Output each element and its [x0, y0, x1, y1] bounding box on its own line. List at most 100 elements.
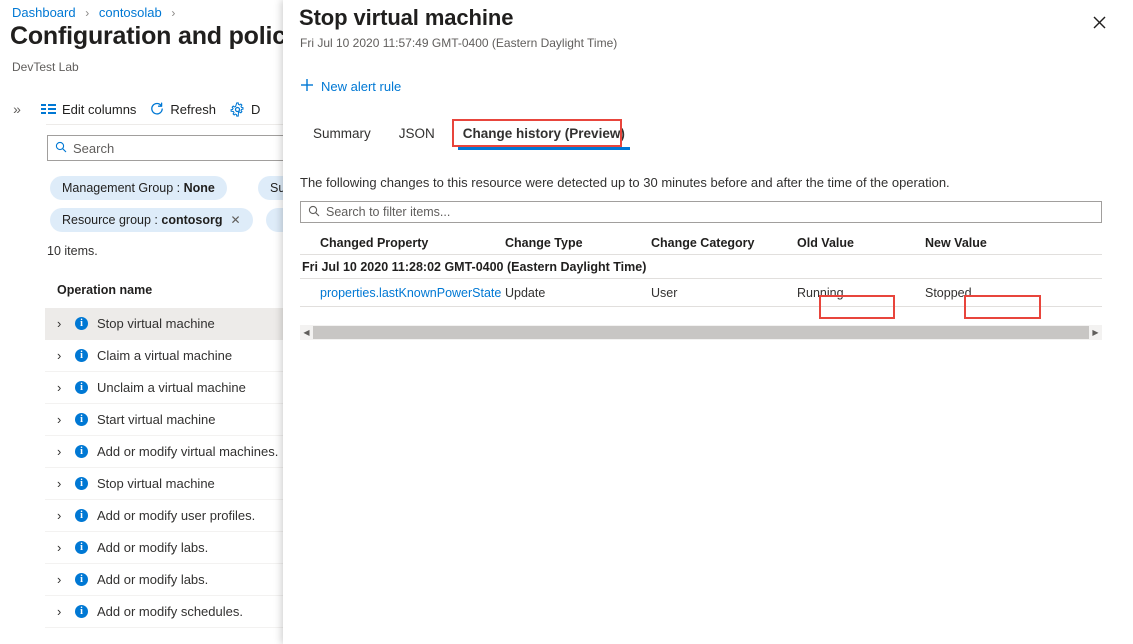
diagnostic-settings-label: D — [250, 101, 261, 117]
table-group-row: Fri Jul 10 2020 11:28:02 GMT-0400 (Easte… — [300, 255, 1102, 279]
operation-list-item[interactable]: › i Claim a virtual machine — [45, 340, 295, 372]
operation-list-item-label: Add or modify user profiles. — [97, 508, 256, 523]
operation-list-item-label: Add or modify schedules. — [97, 604, 243, 619]
scrollbar-thumb[interactable] — [313, 326, 1089, 339]
column-header-old-value[interactable]: Old Value — [797, 236, 925, 250]
chevron-right-icon[interactable]: › — [57, 604, 66, 619]
chevron-right-icon[interactable]: › — [57, 316, 66, 331]
chevron-right-icon[interactable]: › — [57, 380, 66, 395]
info-icon: i — [75, 349, 88, 362]
gear-icon — [230, 101, 245, 117]
panel-timestamp: Fri Jul 10 2020 11:57:49 GMT-0400 (Easte… — [300, 36, 618, 50]
chevron-right-icon[interactable]: › — [57, 540, 66, 555]
scroll-right-icon[interactable]: ▶ — [1089, 328, 1102, 337]
operation-list-item[interactable]: › i Start virtual machine — [45, 404, 295, 436]
operation-list-item-label: Add or modify labs. — [97, 572, 209, 587]
info-icon: i — [75, 317, 88, 330]
toolbar-divider — [46, 124, 286, 125]
diagnostic-settings-button[interactable]: D — [223, 99, 267, 120]
chevron-right-icon[interactable]: › — [57, 508, 66, 523]
breadcrumb-item-dashboard[interactable]: Dashboard — [12, 5, 76, 20]
info-icon: i — [75, 509, 88, 522]
refresh-icon — [150, 102, 164, 116]
operation-list-item-label: Add or modify labs. — [97, 540, 209, 555]
column-header-changed-property[interactable]: Changed Property — [300, 236, 505, 250]
close-icon[interactable] — [1087, 10, 1111, 34]
tab-summary[interactable]: Summary — [299, 124, 385, 150]
column-header-new-value[interactable]: New Value — [925, 236, 1075, 250]
filter-pill-resource-group[interactable]: Resource group : contosorg ✕ — [50, 208, 253, 232]
filter-pill-management-group[interactable]: Management Group : None — [50, 176, 227, 200]
chevron-right-icon[interactable]: › — [57, 572, 66, 587]
refresh-button[interactable]: Refresh — [143, 99, 223, 120]
stop-virtual-machine-panel: Stop virtual machine Fri Jul 10 2020 11:… — [283, 0, 1133, 644]
table-header-row: Changed Property Change Type Change Cate… — [300, 231, 1102, 255]
columns-icon — [41, 103, 56, 115]
breadcrumb-item-contosolab[interactable]: contosolab — [99, 5, 162, 20]
operation-list-item-label: Stop virtual machine — [97, 316, 215, 331]
table-horizontal-scrollbar[interactable]: ◀ ▶ — [300, 325, 1102, 340]
operation-list-item[interactable]: › i Add or modify labs. — [45, 532, 295, 564]
new-alert-rule-label: New alert rule — [321, 79, 402, 94]
operation-list-item-label: Start virtual machine — [97, 412, 216, 427]
tab-change-history-preview[interactable]: Change history (Preview) — [449, 124, 639, 150]
breadcrumb: Dashboard › contosolab › — [12, 5, 181, 20]
filter-items-placeholder: Search to filter items... — [326, 205, 451, 219]
operation-list-item[interactable]: › i Add or modify labs. — [45, 564, 295, 596]
plus-icon — [300, 78, 314, 95]
operation-list-item-label: Add or modify virtual machines. — [97, 444, 279, 459]
cell-changed-property[interactable]: properties.lastKnownPowerState — [300, 286, 505, 300]
new-alert-rule-button[interactable]: New alert rule — [300, 78, 401, 95]
info-icon: i — [75, 573, 88, 586]
cell-old-value: Running — [797, 285, 844, 300]
cell-new-value: Stopped — [925, 285, 972, 300]
info-icon: i — [75, 413, 88, 426]
cell-change-type: Update — [505, 285, 546, 300]
panel-tabs: Summary JSON Change history (Preview) — [299, 124, 639, 150]
chevron-right-icon[interactable]: › — [57, 444, 66, 459]
change-history-table: Changed Property Change Type Change Cate… — [300, 231, 1102, 307]
operation-list-item-label: Unclaim a virtual machine — [97, 380, 246, 395]
page-title: Configuration and policies — [10, 22, 321, 50]
page-subtitle: DevTest Lab — [12, 60, 79, 74]
chevron-right-icon[interactable]: › — [57, 348, 66, 363]
filter-items-input[interactable]: Search to filter items... — [300, 201, 1102, 223]
operation-list-item[interactable]: › i Stop virtual machine — [45, 308, 295, 340]
page-toolbar: » Edit columns Refresh D — [0, 94, 267, 124]
operation-list-item[interactable]: › i Add or modify user profiles. — [45, 500, 295, 532]
chevron-right-icon[interactable]: › — [57, 412, 66, 427]
search-icon — [55, 141, 67, 156]
table-row[interactable]: properties.lastKnownPowerState Update Us… — [300, 279, 1102, 307]
tab-json[interactable]: JSON — [385, 124, 449, 150]
operation-list-item-label: Stop virtual machine — [97, 476, 215, 491]
change-history-description: The following changes to this resource w… — [300, 175, 950, 190]
remove-filter-icon[interactable]: ✕ — [230, 214, 240, 226]
search-input[interactable]: Search — [47, 135, 293, 161]
operation-name-column-header: Operation name — [57, 283, 153, 297]
chevron-right-icon[interactable]: › — [57, 476, 66, 491]
filter-pill-mg-text: Management Group : None — [62, 181, 215, 195]
item-count-label: 10 items. — [47, 244, 98, 258]
operation-list: › i Stop virtual machine › i Claim a virtual … — [45, 308, 295, 628]
tab-label: Change history (Preview) — [462, 126, 625, 141]
info-icon: i — [75, 445, 88, 458]
breadcrumb-separator-icon: › — [85, 6, 90, 20]
panel-title: Stop virtual machine — [299, 5, 514, 30]
scroll-left-icon[interactable]: ◀ — [300, 328, 313, 337]
operation-list-item[interactable]: › i Unclaim a virtual machine — [45, 372, 295, 404]
column-header-change-type[interactable]: Change Type — [505, 236, 651, 250]
breadcrumb-separator-icon-2: › — [171, 6, 176, 20]
search-placeholder: Search — [73, 140, 115, 156]
search-icon — [308, 205, 320, 220]
info-icon: i — [75, 477, 88, 490]
expand-nav-icon[interactable]: » — [0, 101, 34, 117]
info-icon: i — [75, 541, 88, 554]
edit-columns-label: Edit columns — [62, 101, 137, 117]
cell-change-category: User — [651, 285, 678, 300]
info-icon: i — [75, 605, 88, 618]
operation-list-item[interactable]: › i Add or modify schedules. — [45, 596, 295, 628]
column-header-change-category[interactable]: Change Category — [651, 236, 797, 250]
edit-columns-button[interactable]: Edit columns — [34, 99, 143, 120]
operation-list-item[interactable]: › i Stop virtual machine — [45, 468, 295, 500]
operation-list-item[interactable]: › i Add or modify virtual machines. — [45, 436, 295, 468]
